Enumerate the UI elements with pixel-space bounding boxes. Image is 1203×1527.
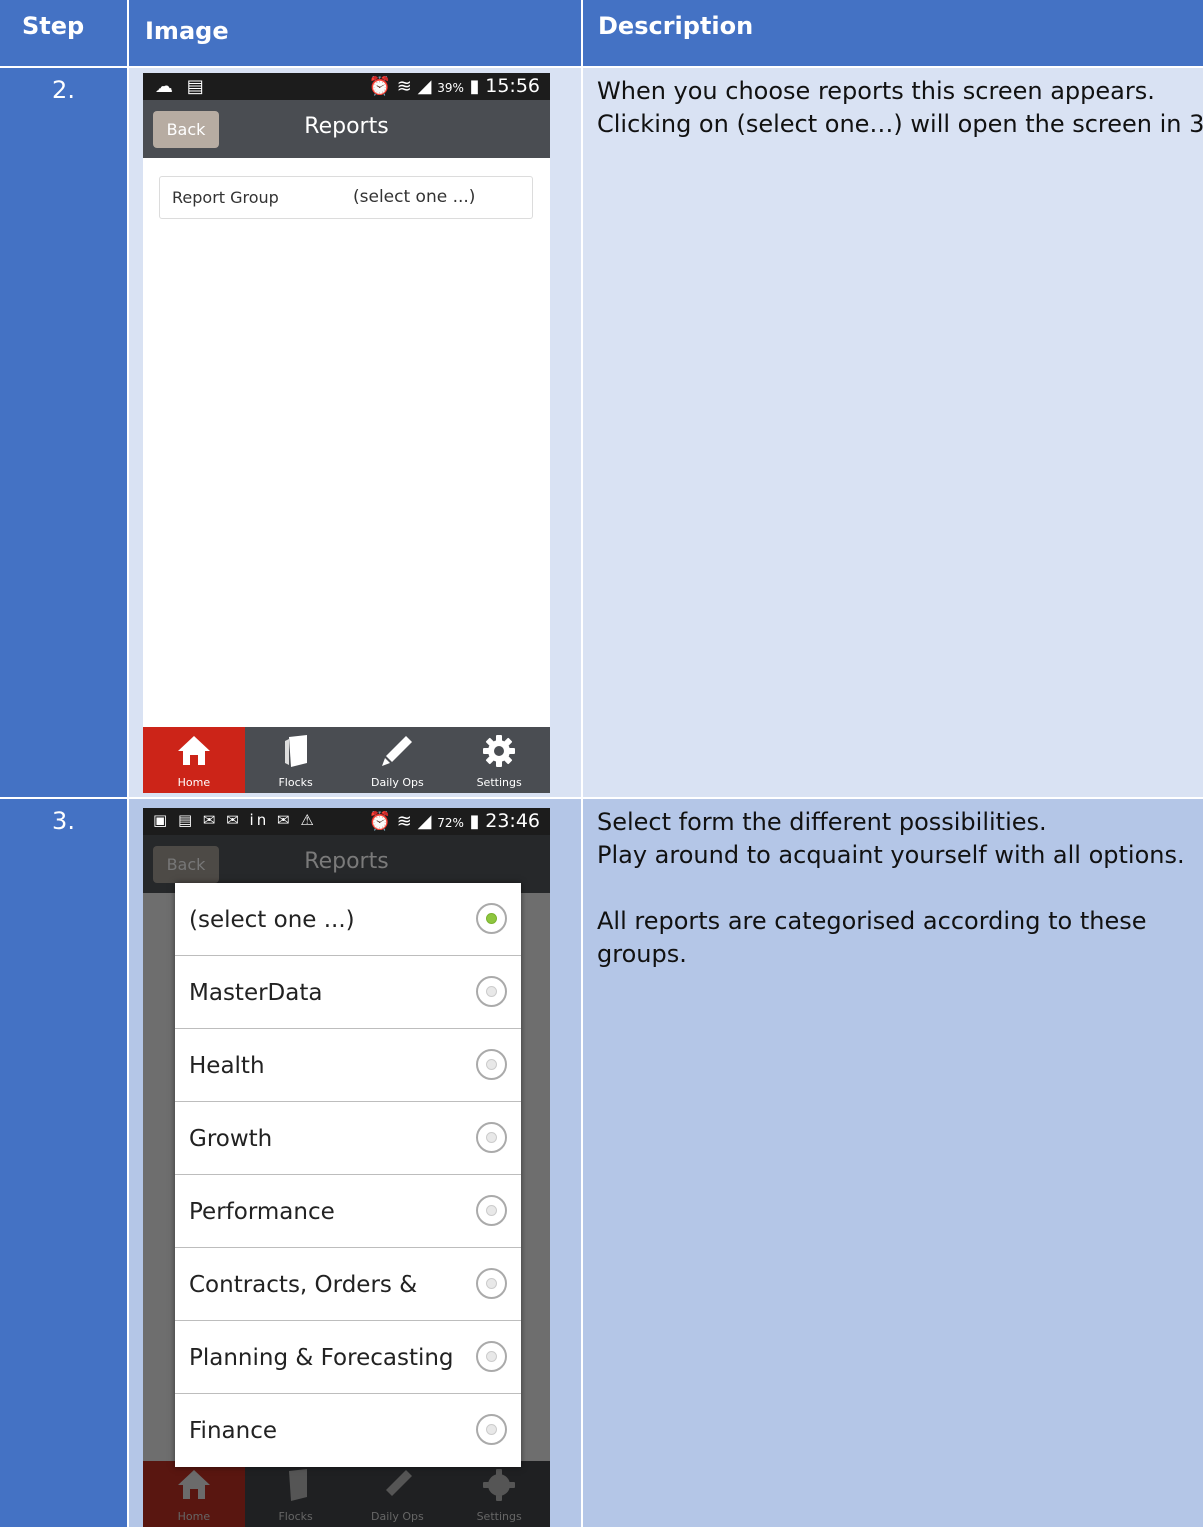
radio-icon[interactable]: [476, 1268, 507, 1299]
tab-label: Flocks: [278, 1510, 313, 1523]
report-group-label: Report Group: [172, 188, 279, 207]
phone-screenshot-reports: ☁ ▤ ⏰ ≋ ◢ 39% ▮ 15:56 Back Reports Repor…: [143, 73, 550, 793]
screen-content: Report Group (select one ...): [143, 158, 550, 727]
bottom-tab-bar: Home Flocks Daily Ops Settings: [143, 727, 550, 793]
flocks-icon: [288, 1469, 307, 1501]
column-divider: [581, 0, 583, 1527]
pencil-icon: [386, 1470, 413, 1496]
pencil-icon: [382, 736, 413, 766]
option-performance[interactable]: Performance: [175, 1175, 521, 1248]
table-header-row: Step Image Description: [0, 0, 1203, 66]
home-icon: [177, 736, 210, 765]
battery-icon: ▮: [469, 76, 480, 97]
description-line: Clicking on (select one…) will open the …: [597, 110, 1203, 138]
battery-percent: 39%: [437, 81, 464, 95]
option-label: (select one ...): [189, 907, 355, 933]
app-bar: Back Reports: [143, 100, 550, 158]
option-planning-forecasting[interactable]: Planning & Forecasting: [175, 1321, 521, 1394]
option-finance[interactable]: Finance: [175, 1394, 521, 1467]
radio-selected-icon[interactable]: [476, 903, 507, 934]
option-label: MasterData: [189, 980, 323, 1006]
option-label: Contracts, Orders &: [189, 1272, 418, 1298]
gear-icon: [483, 1469, 516, 1501]
radio-icon[interactable]: [476, 1122, 507, 1153]
option-masterdata[interactable]: MasterData: [175, 956, 521, 1029]
document-page: Step Image Description 2. When you choos…: [0, 0, 1203, 1527]
option-contracts-orders[interactable]: Contracts, Orders &: [175, 1248, 521, 1321]
alarm-wifi-icons: ⏰ ≋: [368, 811, 412, 832]
description-line: Select form the different possibilities.: [597, 808, 1047, 836]
tab-label: Flocks: [278, 776, 313, 789]
option-label: Finance: [189, 1418, 277, 1444]
status-right: ⏰ ≋ ◢ 72% ▮ 23:46: [369, 810, 540, 832]
tab-label: Home: [177, 776, 211, 789]
column-divider: [127, 0, 129, 1527]
battery-icon: ▮: [469, 811, 480, 832]
signal-icon: ◢: [417, 811, 432, 832]
tab-label: Settings: [476, 776, 522, 789]
report-group-value[interactable]: (select one ...): [353, 187, 475, 207]
radio-icon[interactable]: [476, 1341, 507, 1372]
screen-title: Reports: [304, 114, 389, 139]
alarm-wifi-icons: ⏰ ≋: [368, 76, 412, 97]
tab-daily-ops: Daily Ops: [347, 1461, 449, 1527]
option-growth[interactable]: Growth: [175, 1102, 521, 1175]
step-number: 3.: [0, 799, 127, 1527]
clock: 23:46: [485, 810, 540, 832]
tab-label: Daily Ops: [371, 1510, 424, 1523]
description-line: All reports are categorised according to…: [597, 907, 1147, 935]
tab-daily-ops[interactable]: Daily Ops: [347, 727, 449, 793]
description-cell: Select form the different possibilities.…: [583, 799, 1203, 1527]
header-step: Step: [22, 12, 85, 40]
tab-flocks[interactable]: Flocks: [245, 727, 347, 793]
gear-icon: [483, 735, 516, 767]
option-label: Performance: [189, 1199, 335, 1225]
description-line: Play around to acquaint yourself with al…: [597, 841, 1185, 869]
option-health[interactable]: Health: [175, 1029, 521, 1102]
description-line: groups.: [597, 940, 687, 968]
tab-settings[interactable]: Settings: [448, 727, 550, 793]
notification-icons: ☁ ▤: [155, 76, 208, 97]
tab-home[interactable]: Home: [143, 727, 245, 793]
tab-label: Settings: [476, 1510, 522, 1523]
signal-icon: ◢: [417, 76, 432, 97]
status-right: ⏰ ≋ ◢ 39% ▮ 15:56: [369, 75, 540, 97]
tab-home: Home: [143, 1461, 245, 1527]
screen-title: Reports: [304, 849, 389, 874]
option-label: Health: [189, 1053, 265, 1079]
bottom-tab-bar-dimmed: Home Flocks Daily Ops Settings: [143, 1461, 550, 1527]
option-label: Growth: [189, 1126, 273, 1152]
clock: 15:56: [485, 75, 540, 97]
home-icon: [177, 1470, 210, 1499]
header-image: Image: [145, 17, 229, 45]
tab-label: Daily Ops: [371, 776, 424, 789]
battery-percent: 72%: [437, 816, 464, 830]
tab-settings: Settings: [448, 1461, 550, 1527]
description-cell: When you choose reports this screen appe…: [583, 68, 1203, 797]
status-bar: ▣ ▤ ✉ ✉ in ✉ ⚠ ⏰ ≋ ◢ 72% ▮ 23:46: [143, 808, 550, 835]
notification-icons: ▣ ▤ ✉ ✉ in ✉ ⚠: [153, 811, 317, 829]
status-bar: ☁ ▤ ⏰ ≋ ◢ 39% ▮ 15:56: [143, 73, 550, 100]
description-line: When you choose reports this screen appe…: [597, 77, 1155, 105]
step-number: 2.: [0, 68, 127, 797]
radio-icon[interactable]: [476, 1414, 507, 1445]
radio-icon[interactable]: [476, 1195, 507, 1226]
report-group-select[interactable]: Report Group (select one ...): [159, 176, 533, 219]
radio-icon[interactable]: [476, 976, 507, 1007]
tab-flocks: Flocks: [245, 1461, 347, 1527]
header-description: Description: [598, 12, 754, 40]
tab-label: Home: [177, 1510, 211, 1523]
option-label: Planning & Forecasting: [189, 1345, 454, 1371]
flocks-icon: [284, 735, 307, 767]
option-select-one[interactable]: (select one ...): [175, 883, 521, 956]
radio-icon[interactable]: [476, 1049, 507, 1080]
report-group-dialog: (select one ...) MasterData Health Growt…: [175, 883, 521, 1467]
